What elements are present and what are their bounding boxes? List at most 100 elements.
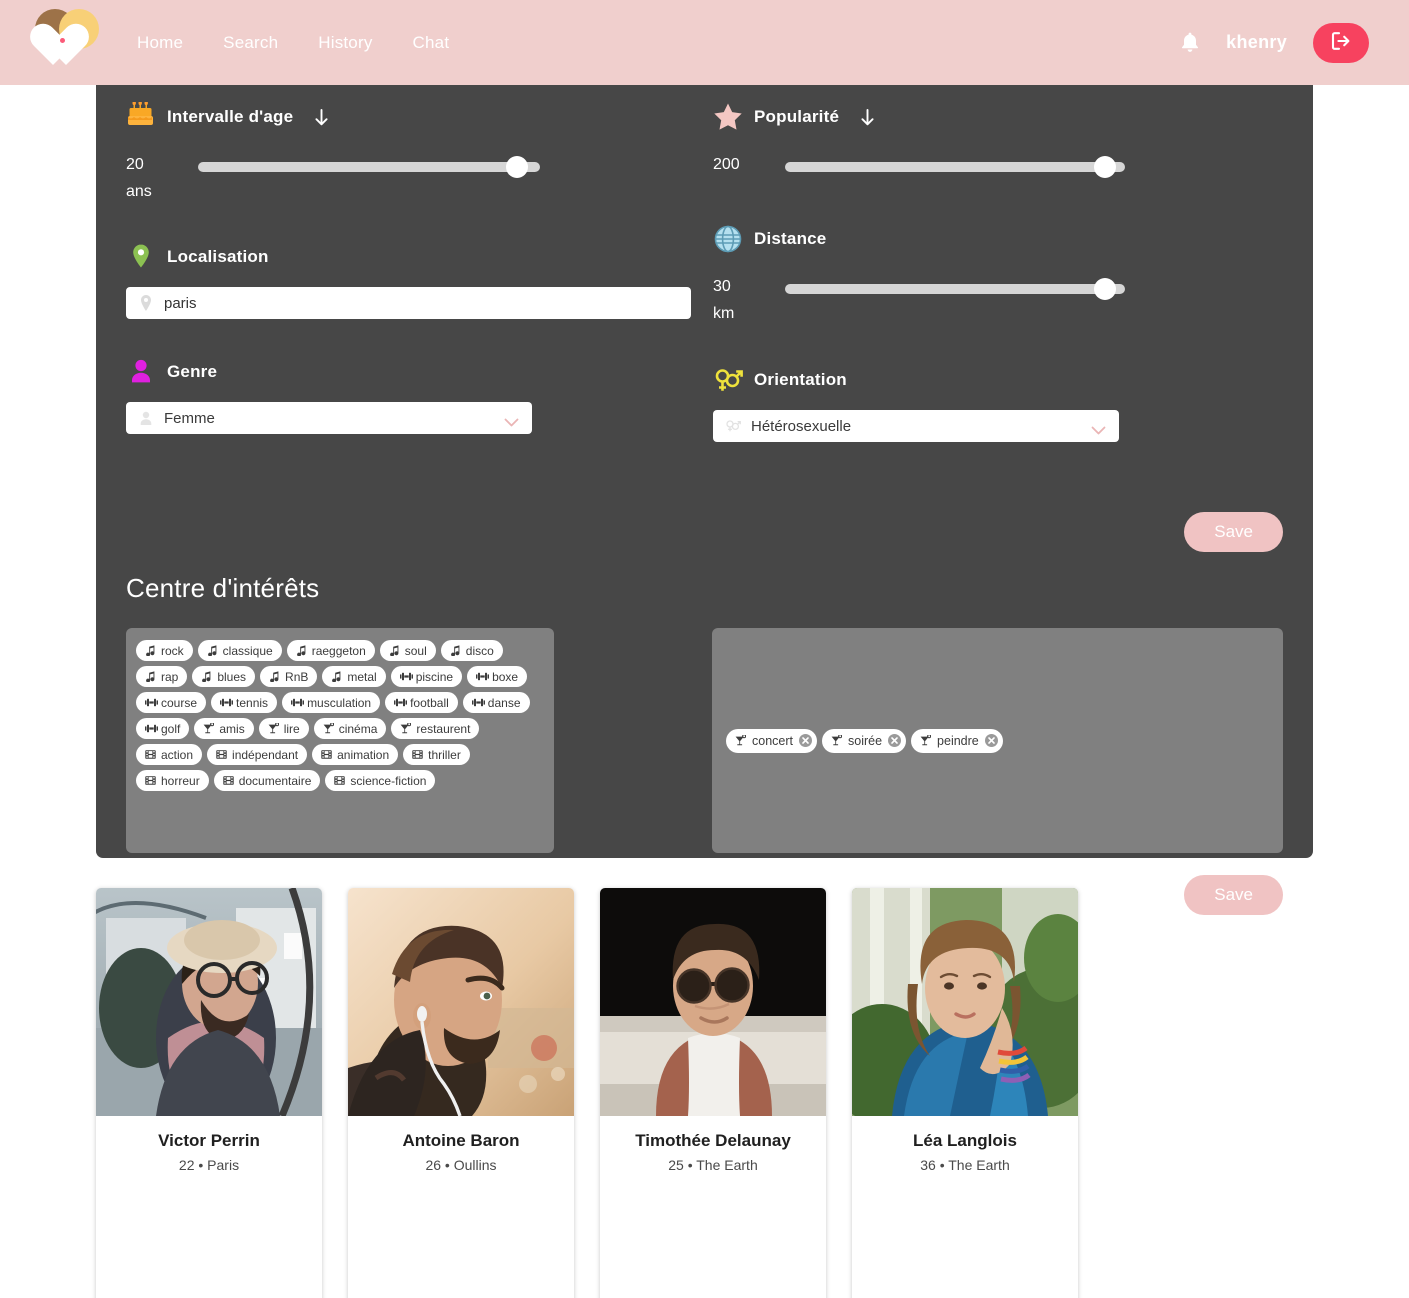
interest-tag[interactable]: metal: [322, 666, 386, 687]
age-slider-knob[interactable]: [505, 156, 528, 178]
distance-slider[interactable]: [785, 278, 1125, 300]
save-interests-button[interactable]: Save: [1184, 875, 1283, 915]
profile-age-city: 22 • Paris: [178, 1157, 240, 1173]
header-actions: khenry: [1180, 22, 1369, 63]
interest-tag[interactable]: classique: [197, 640, 282, 661]
globe-icon: [713, 224, 743, 254]
profile-photo: [96, 888, 322, 1116]
available-interests-box[interactable]: rock classique raeggeton soul disco rap blues R…: [126, 628, 554, 853]
distance-slider-knob[interactable]: [1094, 278, 1117, 300]
interest-tag[interactable]: cinéma: [313, 718, 387, 739]
app-logo[interactable]: [30, 8, 102, 77]
interest-tag[interactable]: rap: [136, 666, 188, 687]
interest-tag-label: action: [161, 747, 194, 762]
username-label: khenry: [1226, 32, 1287, 52]
location-input[interactable]: [126, 287, 691, 319]
close-icon[interactable]: [984, 734, 998, 747]
music-note-icon: [145, 645, 156, 657]
filter-orientation-header: Orientation: [713, 354, 1283, 406]
popularity-slider[interactable]: [785, 156, 1125, 178]
interest-tag[interactable]: musculation: [282, 692, 381, 713]
interest-tag[interactable]: lire: [258, 718, 309, 739]
main-nav: Home Search History Chat: [137, 33, 449, 53]
profile-card[interactable]: Antoine Baron 26 • Oullins: [348, 888, 574, 1298]
music-note-icon: [201, 671, 212, 683]
chevron-down-icon[interactable]: [1091, 422, 1106, 435]
interest-tag[interactable]: thriller: [403, 744, 470, 765]
arrow-down-icon[interactable]: [313, 108, 330, 127]
interest-tag[interactable]: restaurent: [391, 718, 480, 739]
interest-tag[interactable]: indépendant: [207, 744, 308, 765]
bell-icon[interactable]: [1180, 32, 1200, 54]
nav-item-search[interactable]: Search: [223, 33, 278, 53]
filter-distance-label: Distance: [754, 229, 827, 248]
selected-interest-tag[interactable]: soirée: [822, 728, 907, 753]
nav-item-home[interactable]: Home: [137, 33, 183, 53]
interest-tag-label: cinéma: [338, 721, 378, 736]
interest-tag[interactable]: animation: [312, 744, 399, 765]
profile-cards-list: Victor Perrin 22 • Paris Antoine Baron 2…: [0, 858, 1409, 1298]
interest-tag[interactable]: rock: [136, 640, 193, 661]
interest-tag[interactable]: football: [385, 692, 458, 713]
interest-tag[interactable]: horreur: [136, 770, 209, 791]
music-note-icon: [389, 645, 400, 657]
selected-interest-tag[interactable]: concert: [726, 728, 817, 753]
close-icon[interactable]: [799, 734, 812, 747]
interest-tag[interactable]: danse: [462, 692, 530, 713]
interests-save-wrap: Save: [1184, 875, 1283, 915]
profile-card[interactable]: Léa Langlois 36 • The Earth: [852, 888, 1078, 1298]
nav-item-history[interactable]: History: [318, 33, 372, 53]
save-filters-button[interactable]: Save: [1184, 512, 1283, 552]
gender-select-wrap: Femme: [126, 402, 532, 434]
interest-tag[interactable]: blues: [192, 666, 256, 687]
dumbbell-icon: [291, 697, 305, 708]
chevron-down-icon[interactable]: [504, 414, 519, 427]
interest-tag[interactable]: piscine: [390, 666, 463, 687]
interest-tag[interactable]: amis: [194, 718, 254, 739]
interest-tag[interactable]: action: [136, 744, 203, 765]
dumbbell-icon: [471, 697, 485, 708]
gender-select[interactable]: Femme: [126, 402, 532, 434]
profile-card[interactable]: Timothée Delaunay 25 • The Earth: [600, 888, 826, 1298]
interest-tag-label: classique: [222, 643, 273, 658]
music-note-icon: [331, 671, 342, 683]
interest-tag[interactable]: soul: [379, 640, 436, 661]
interest-tag[interactable]: golf: [136, 718, 190, 739]
filter-age-number: 20: [126, 156, 144, 173]
music-note-icon: [269, 671, 280, 683]
profile-name: Victor Perrin: [158, 1131, 260, 1150]
selected-interest-tag[interactable]: peindre: [911, 728, 1003, 753]
map-pin-icon: [126, 242, 156, 272]
age-slider[interactable]: [198, 156, 540, 178]
cocktail-icon: [920, 734, 932, 746]
interest-tag[interactable]: documentaire: [213, 770, 321, 791]
filter-location-label: Localisation: [167, 247, 269, 266]
logo-heart-dot: [60, 37, 65, 43]
film-icon: [334, 775, 346, 786]
interest-tag[interactable]: raeggeton: [286, 640, 375, 661]
popularity-slider-knob[interactable]: [1094, 156, 1117, 178]
nav-item-chat[interactable]: Chat: [413, 33, 450, 53]
cocktail-icon: [400, 722, 412, 734]
filter-distance-header: Distance: [713, 213, 1283, 265]
interest-tag[interactable]: disco: [440, 640, 503, 661]
close-icon[interactable]: [888, 734, 902, 747]
logo-heart-icon: [42, 23, 90, 71]
profile-card[interactable]: Victor Perrin 22 • Paris: [96, 888, 322, 1298]
film-icon: [321, 749, 332, 760]
filter-orientation: Orientation Hétérosexuelle: [713, 354, 1283, 442]
selected-interests-box[interactable]: concert soirée peindre: [712, 628, 1283, 853]
interest-tag[interactable]: RnB: [260, 666, 318, 687]
selected-interest-label: concert: [752, 733, 793, 748]
interest-tag-label: boxe: [492, 669, 519, 684]
orientation-select[interactable]: Hétérosexuelle: [713, 410, 1119, 442]
filter-popularity-value: 200: [713, 151, 785, 178]
cocktail-icon: [323, 722, 334, 734]
interest-tag[interactable]: boxe: [467, 666, 528, 687]
interest-tag[interactable]: course: [136, 692, 207, 713]
interest-tag[interactable]: tennis: [211, 692, 278, 713]
arrow-down-icon[interactable]: [859, 108, 876, 127]
logout-button[interactable]: [1313, 22, 1369, 63]
filter-popularity-slider-row: 200: [713, 151, 1283, 178]
interest-tag[interactable]: science-fiction: [325, 770, 436, 791]
